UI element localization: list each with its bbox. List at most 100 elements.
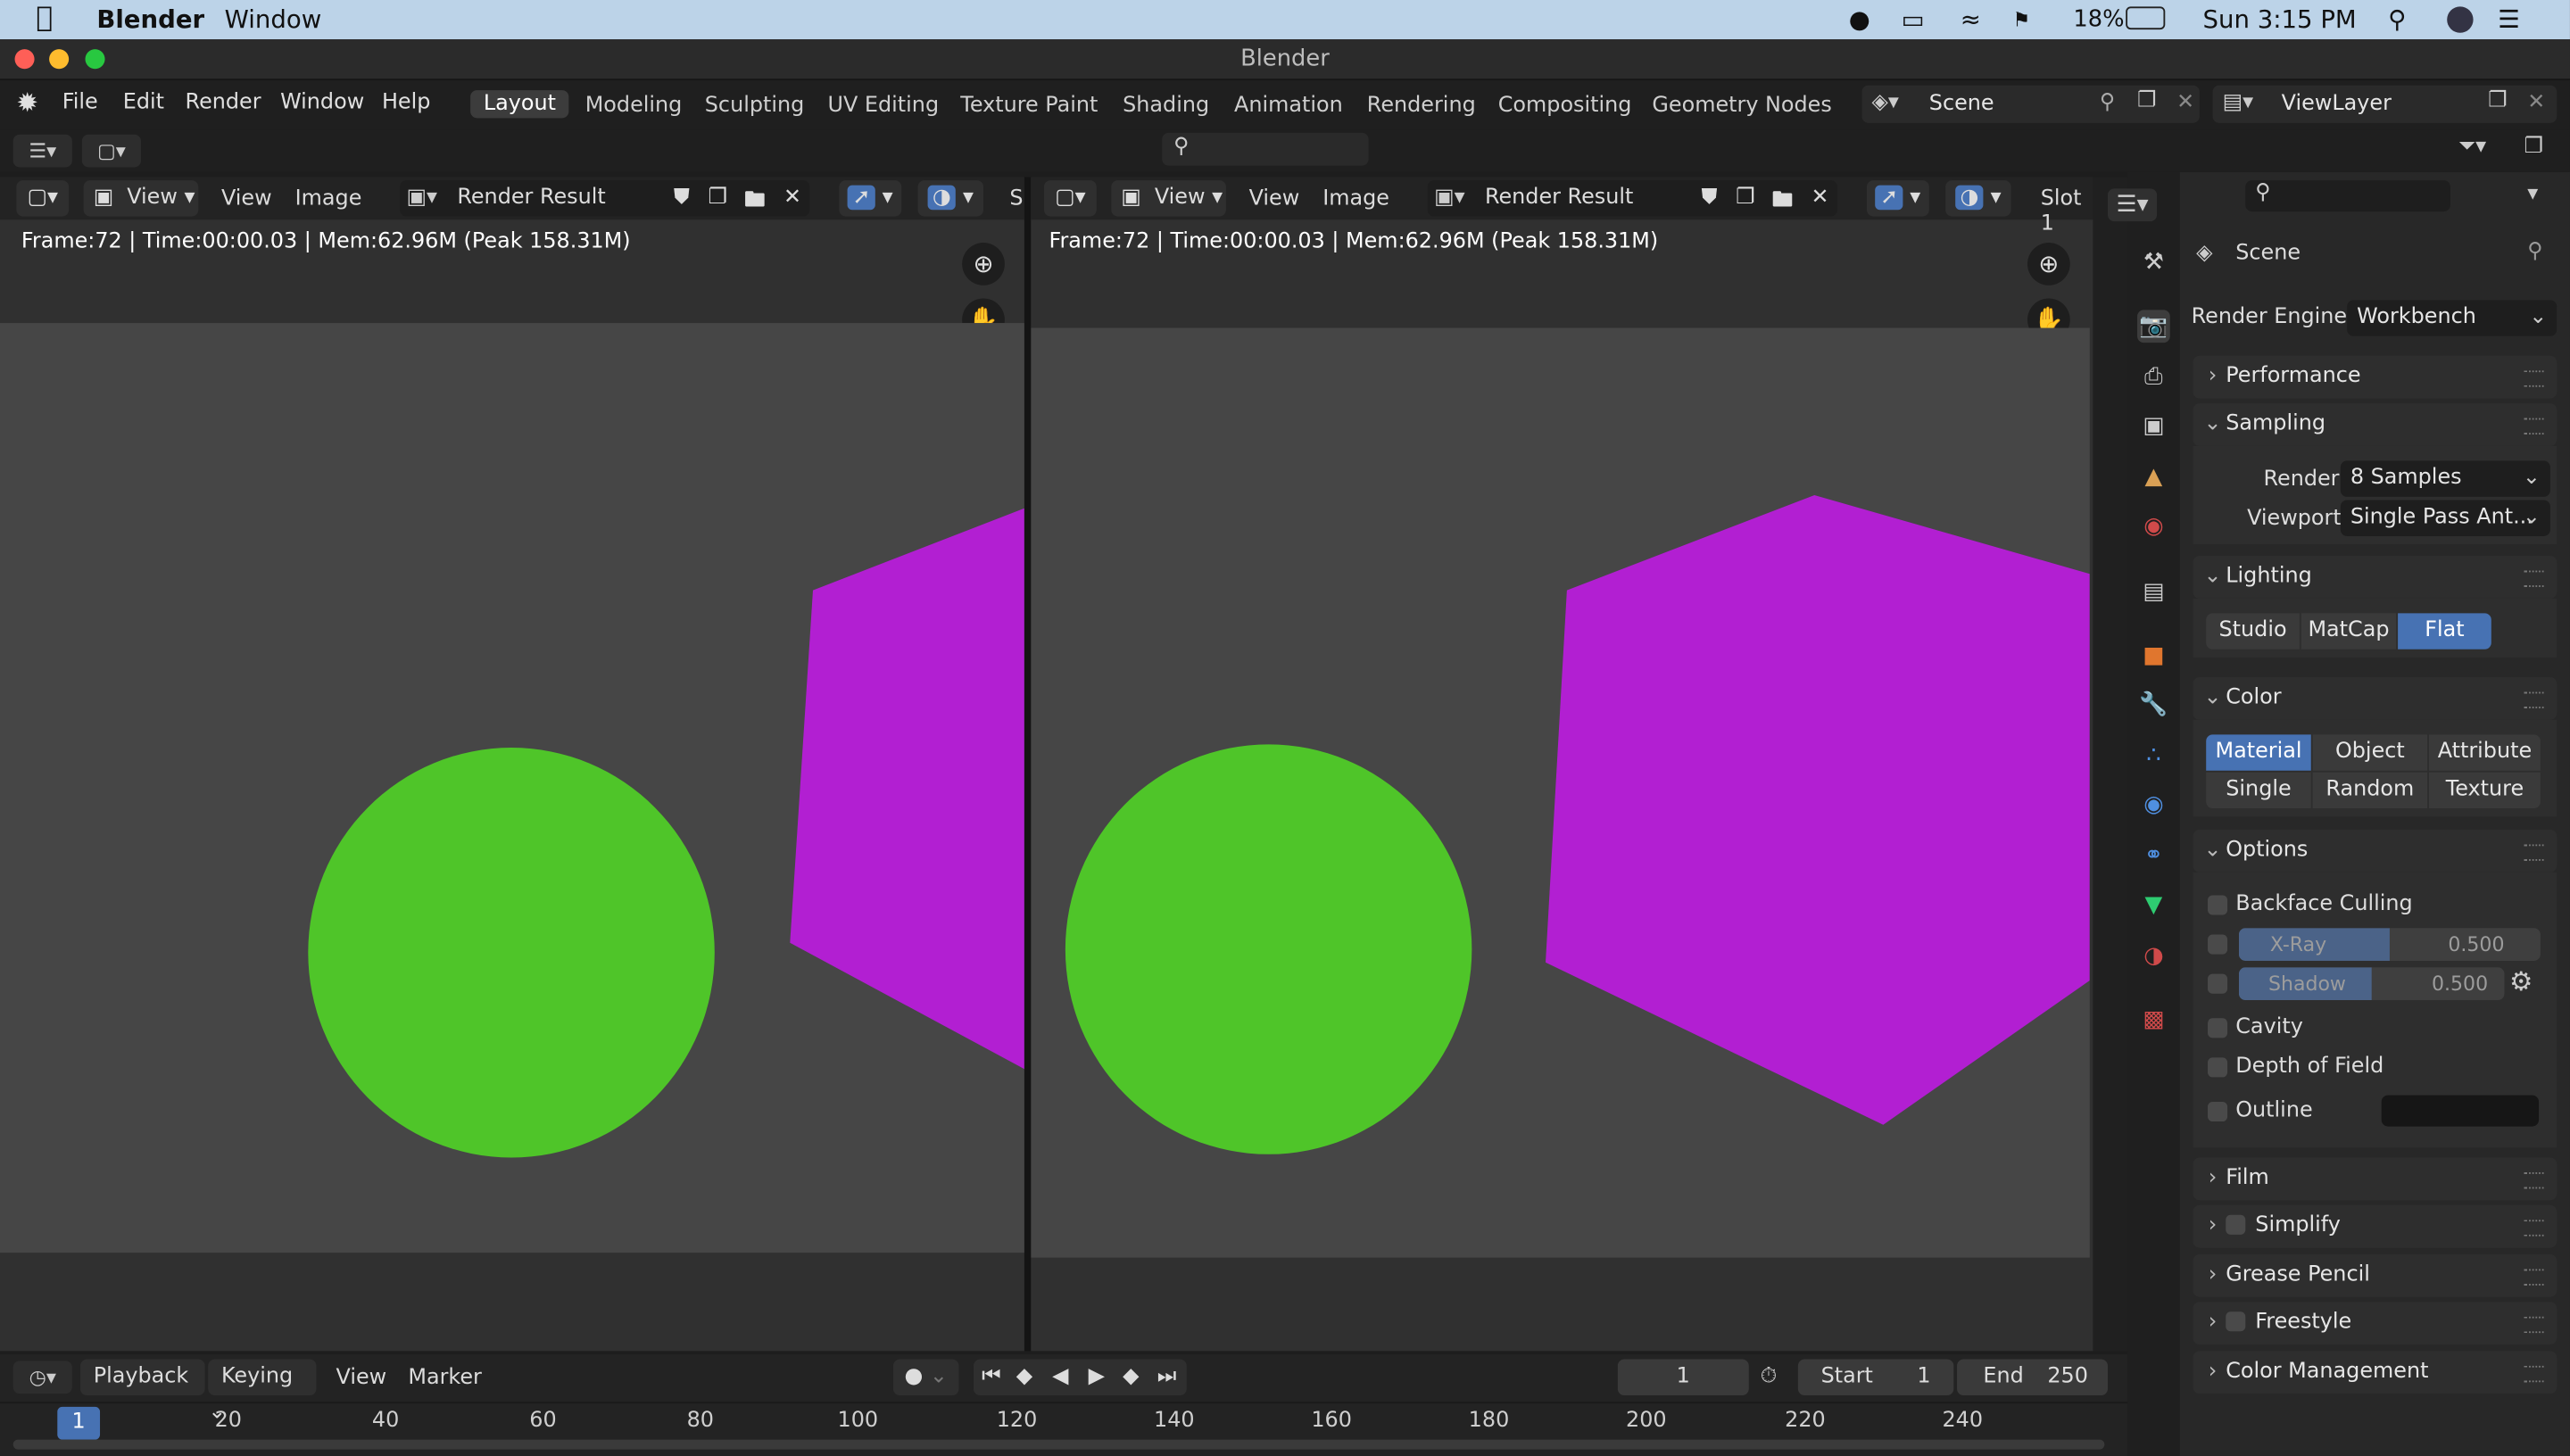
workspace-tab-uv-editing[interactable]: UV Editing [828,94,940,119]
play-reverse-icon[interactable]: ◀ [1052,1360,1068,1395]
panel-color[interactable]: ⌄ Color [2193,677,2558,720]
creative-cloud-icon[interactable]: ● [1849,5,1870,35]
stopwatch-icon[interactable]: ⏱ [1761,1364,1778,1389]
data-tab-icon[interactable]: ▼ [2137,889,2170,922]
outliner-editor-type-icon[interactable]: ☰▾ [12,134,72,168]
menu-edit[interactable]: Edit [123,90,164,115]
playhead-frame-indicator[interactable]: 1 [57,1406,101,1440]
workspace-tab-animation[interactable]: Animation [1234,94,1343,119]
panel-lighting[interactable]: ⌄ Lighting [2193,556,2558,599]
lighting-matcap-button[interactable]: MatCap [2301,613,2397,649]
flag-icon[interactable]: ⚑ [2012,8,2030,31]
render-engine-dropdown[interactable]: Workbench ⌄ [2347,300,2558,336]
fake-user-shield-icon[interactable]: ⛊ [1701,186,1717,211]
timeline-view-menu[interactable]: View [336,1366,387,1391]
drag-grip-icon[interactable] [2524,1365,2544,1383]
keying-menu[interactable]: Keying ⌄ [208,1359,317,1425]
pin-icon[interactable]: ⚲ [2100,90,2116,115]
drag-grip-icon[interactable] [2524,418,2544,435]
panel-performance[interactable]: › Performance [2193,355,2558,399]
view-mode-dropdown[interactable]: ▣ View ▾ [1111,180,1226,217]
workspace-tab-compositing[interactable]: Compositing [1498,94,1632,119]
gizmo-toggle[interactable]: ➚ ▾ [839,180,902,217]
image-editor-type-icon[interactable]: ▢▾ [81,134,141,168]
overlay-toggle[interactable]: ◑ ▾ [1945,180,2011,217]
menu-render[interactable]: Render [186,90,261,115]
menu-help[interactable]: Help [382,90,430,115]
workspace-tab-geometry-nodes[interactable]: Geometry Nodes [1652,94,1831,119]
material-tab-icon[interactable]: ◑ [2137,939,2170,972]
workspace-tab-rendering[interactable]: Rendering [1367,94,1476,119]
render-tab-icon[interactable]: 📷 [2137,310,2170,343]
menu-window[interactable]: Window [280,90,364,115]
workspace-tab-shading[interactable]: Shading [1123,94,1209,119]
sampling-render-dropdown[interactable]: 8 Samples ⌄ [2340,460,2550,497]
drag-grip-icon[interactable] [2524,844,2544,861]
workspace-tab-modeling[interactable]: Modeling [585,94,683,119]
output-tab-icon[interactable]: ⎙ [2137,360,2170,393]
search-field[interactable]: ⚲ [1162,132,1369,166]
open-image-folder-icon[interactable]: 🖿 [1771,186,1793,221]
new-image-icon[interactable]: ❐ [708,186,726,211]
timeline-marker-menu[interactable]: Marker [408,1366,482,1391]
zoom-icon[interactable]: ⊕ [2027,242,2070,285]
battery-icon[interactable] [2126,6,2166,30]
drag-grip-icon[interactable] [2524,691,2544,708]
drag-grip-icon[interactable] [2524,1220,2544,1237]
blender-logo-icon[interactable]: ✹ [16,87,38,118]
object-tab-icon[interactable]: ■ [2137,640,2170,673]
scene-selector[interactable]: ◈▾ Scene ⚲ ❐ ✕ [1861,85,2200,123]
clock[interactable]: Sun 3:15 PM [2203,5,2357,35]
menu-image[interactable]: Image [295,187,362,212]
slot-dropdown-truncated[interactable]: S [1009,187,1023,212]
jump-to-keyframe-prev-icon[interactable]: ◆ [1016,1360,1032,1395]
panel-color-management[interactable]: › Color Management [2193,1351,2558,1394]
shadow-settings-gear-icon[interactable]: ⚙ [2509,965,2533,997]
timeline-scrollbar[interactable] [12,1439,2105,1450]
outline-color-swatch[interactable] [2381,1095,2540,1127]
panel-options[interactable]: ⌄ Options [2193,829,2558,873]
unlink-image-icon[interactable]: ✕ [783,186,801,211]
area-scroll-gutter[interactable] [2093,177,2128,1352]
editor-type-icon[interactable]: ▢▾ [1043,180,1097,217]
jump-to-end-icon[interactable]: ⏭ [1157,1360,1176,1395]
pin-icon[interactable]: ⚲ [2527,239,2543,264]
particles-tab-icon[interactable]: ∴ [2137,740,2170,773]
simplify-checkbox[interactable] [2226,1214,2246,1235]
frame-end-field[interactable]: End 250 [1957,1359,2108,1395]
shadow-slider[interactable]: Shadow 0.500 [2238,967,2505,1001]
texture-tab-icon[interactable]: ▩ [2137,1004,2170,1037]
timeline-editor-type-icon[interactable]: ◷▾ [12,1361,72,1394]
tool-tab-icon[interactable]: ⚒ [2137,246,2170,279]
jump-to-start-icon[interactable]: ⏮ [982,1360,1000,1395]
world-tab-icon[interactable]: ◉ [2137,510,2170,543]
workspace-tab-sculpting[interactable]: Sculpting [705,94,804,119]
lighting-flat-button[interactable]: Flat [2398,613,2491,649]
render-image-right[interactable] [1031,327,2090,1258]
new-collection-icon[interactable]: ❐ [2524,135,2543,160]
playback-menu[interactable]: Playback ⌄ [79,1359,205,1425]
siri-icon[interactable] [2447,6,2474,33]
new-scene-icon[interactable]: ❐ [2137,88,2156,113]
drag-grip-icon[interactable] [2524,1172,2544,1189]
drag-grip-icon[interactable] [2524,1316,2544,1334]
properties-search-field[interactable]: ⚲ [2245,180,2450,212]
apple-icon[interactable]:  [36,2,53,35]
viewlayer-selector[interactable]: ▤▾ ViewLayer ❐ ✕ [2212,85,2558,123]
render-image-left[interactable] [0,323,1024,1253]
color-texture-button[interactable]: Texture [2428,772,2541,809]
cavity-checkbox[interactable] [2208,1018,2228,1038]
overlay-toggle[interactable]: ◑ ▾ [917,180,984,217]
new-viewlayer-icon[interactable]: ❐ [2488,88,2507,113]
panel-freestyle[interactable]: › Freestyle [2193,1302,2558,1344]
play-icon[interactable]: ▶ [1089,1360,1105,1395]
color-material-button[interactable]: Material [2206,734,2311,771]
collection-tab-icon[interactable]: ▤ [2137,575,2170,608]
drag-grip-icon[interactable] [2524,1269,2544,1286]
menu-image[interactable]: Image [1322,187,1389,212]
menu-file[interactable]: File [62,90,98,115]
slot-dropdown[interactable]: Slot 1 [2041,187,2093,236]
frame-start-field[interactable]: Start 1 [1797,1359,1954,1395]
color-random-button[interactable]: Random [2312,772,2428,809]
auto-keying-toggle[interactable]: ● ⌄ [893,1359,959,1395]
